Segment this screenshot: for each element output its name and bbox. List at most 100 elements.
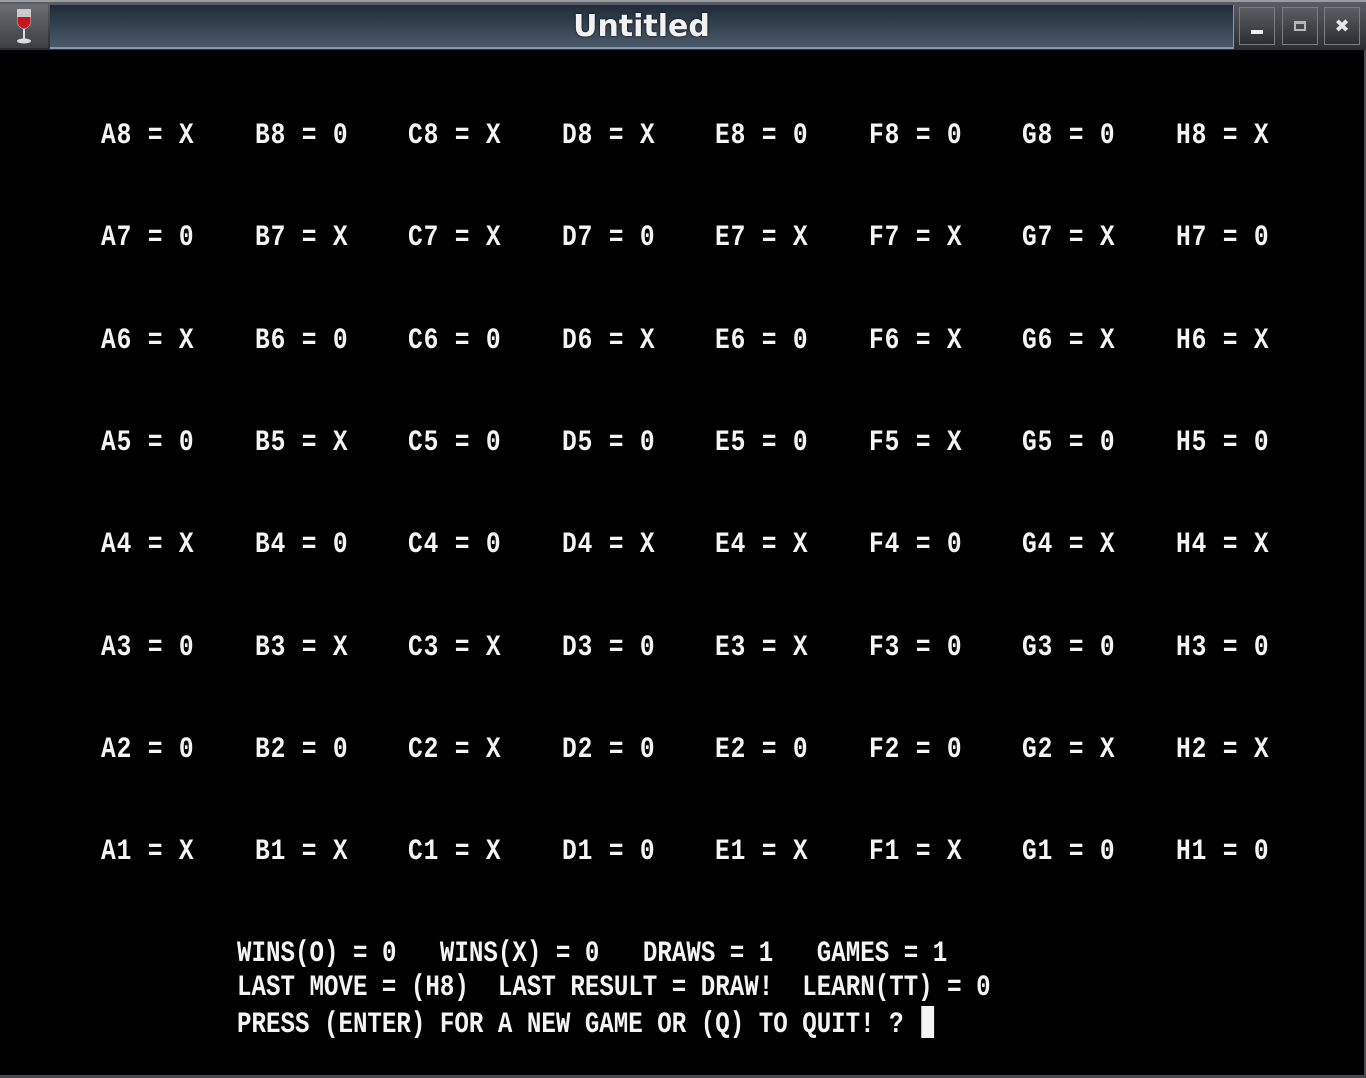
- last-line: LAST MOVE = (H8) LAST RESULT = DRAW! LEA…: [237, 971, 991, 1005]
- cell-label: C8: [408, 119, 440, 153]
- equals-sign: =: [1053, 732, 1100, 767]
- cell-label: G5: [1022, 425, 1054, 460]
- equals-sign: =: [746, 732, 793, 767]
- title-bar[interactable]: Untitled ✖: [0, 0, 1366, 50]
- equals-sign: =: [1206, 119, 1254, 153]
- board-cell-c2: C2 = X: [408, 734, 502, 766]
- cell-value: 0: [332, 732, 349, 767]
- equals-sign: =: [285, 323, 333, 358]
- equals-sign: =: [746, 119, 793, 153]
- equals-sign: =: [1206, 732, 1254, 767]
- board-cell-a8: A8 = X: [101, 120, 195, 152]
- cell-value: 0: [485, 425, 502, 460]
- equals-sign: =: [1053, 119, 1100, 153]
- cell-label: H3: [1175, 630, 1207, 665]
- cell-label: D7: [561, 221, 593, 256]
- board-cell-g4: G4 = X: [1022, 529, 1116, 561]
- board-cell-c1: C1 = X: [408, 836, 502, 868]
- cell-label: C7: [408, 221, 440, 256]
- cell-value: 0: [946, 630, 963, 665]
- cell-label: E3: [715, 630, 747, 665]
- cell-label: A6: [101, 323, 133, 358]
- equals-sign: =: [132, 323, 179, 358]
- board-cell-e8: E8 = 0: [715, 120, 809, 152]
- cell-label: D1: [561, 835, 593, 870]
- equals-sign: =: [439, 732, 486, 767]
- cell-label: B3: [254, 630, 286, 665]
- equals-sign: =: [285, 528, 333, 563]
- cell-label: F6: [868, 323, 900, 358]
- board-cell-e7: E7 = X: [715, 222, 809, 254]
- cell-label: F5: [868, 425, 900, 460]
- text-cursor[interactable]: [921, 1006, 935, 1038]
- equals-sign: =: [132, 119, 179, 153]
- equals-sign: =: [592, 119, 640, 153]
- minimize-button[interactable]: [1239, 7, 1275, 45]
- board-cell-c4: C4 = 0: [408, 529, 502, 561]
- cell-label: G4: [1022, 528, 1054, 563]
- close-button[interactable]: ✖: [1324, 7, 1360, 45]
- equals-sign: =: [439, 221, 486, 256]
- equals-sign: =: [439, 630, 486, 665]
- board-cell-g3: G3 = 0: [1022, 632, 1116, 664]
- cell-label: E4: [715, 528, 747, 563]
- board-cell-d3: D3 = 0: [562, 632, 656, 664]
- draws-value: 1: [758, 937, 774, 971]
- equals-sign: =: [899, 732, 947, 767]
- equals-sign: =: [439, 323, 486, 358]
- cell-value: 0: [485, 323, 502, 358]
- cell-value: 0: [1099, 630, 1116, 665]
- cell-value: X: [485, 835, 502, 870]
- board-cell-f7: F7 = X: [869, 222, 963, 254]
- board-cell-b4: B4 = 0: [255, 529, 349, 561]
- app-window: Untitled ✖ A8 = X B8 = 0 C8 = X D8 = X E8 = …: [0, 0, 1366, 1078]
- equals-sign: =: [1206, 323, 1254, 358]
- cell-value: X: [792, 835, 809, 870]
- equals-sign: =: [285, 630, 333, 665]
- cell-value: X: [1099, 732, 1116, 767]
- cell-value: X: [792, 630, 809, 665]
- cell-label: B4: [254, 528, 286, 563]
- cell-value: 0: [332, 119, 349, 153]
- prompt-line[interactable]: PRESS (ENTER) FOR A NEW GAME OR (Q) TO Q…: [237, 1006, 935, 1041]
- cell-value: X: [332, 425, 349, 460]
- board-cell-e4: E4 = X: [715, 529, 809, 561]
- cell-label: C3: [408, 630, 440, 665]
- last-result-label: LAST RESULT: [497, 971, 658, 1005]
- equals-sign: =: [899, 630, 947, 665]
- cell-label: D4: [561, 528, 593, 563]
- cell-label: F8: [868, 119, 900, 153]
- cell-value: X: [1099, 221, 1116, 256]
- wins-x-value: 0: [584, 937, 600, 971]
- cell-value: X: [485, 119, 502, 153]
- board-cell-h3: H3 = 0: [1176, 632, 1270, 664]
- board-cell-c7: C7 = X: [408, 222, 502, 254]
- equals-sign: =: [899, 528, 947, 563]
- maximize-button[interactable]: [1282, 7, 1318, 45]
- cell-label: A8: [101, 119, 133, 153]
- cell-value: X: [178, 323, 195, 358]
- cell-value: 0: [178, 732, 195, 767]
- board-cell-f8: F8 = 0: [869, 120, 963, 152]
- board-cell-c8: C8 = X: [408, 120, 502, 152]
- board-cell-b7: B7 = X: [255, 222, 349, 254]
- app-menu-button[interactable]: [0, 4, 48, 48]
- cell-label: H6: [1175, 323, 1207, 358]
- board-cell-d5: D5 = 0: [562, 427, 656, 459]
- equals-sign: =: [439, 425, 486, 460]
- cell-value: 0: [792, 323, 809, 358]
- equals-sign: =: [132, 528, 179, 563]
- cell-label: B5: [254, 425, 286, 460]
- cell-value: 0: [639, 835, 656, 870]
- cell-label: B8: [254, 119, 286, 153]
- board-cell-c3: C3 = X: [408, 632, 502, 664]
- equals-sign: =: [746, 323, 793, 358]
- cell-value: X: [639, 528, 656, 563]
- board-cell-h8: H8 = X: [1176, 120, 1270, 152]
- board-cell-a1: A1 = X: [101, 836, 195, 868]
- equals-sign: =: [592, 528, 640, 563]
- equals-sign: =: [592, 835, 640, 870]
- title-area[interactable]: Untitled: [50, 5, 1234, 49]
- cell-value: 0: [792, 425, 809, 460]
- cell-value: X: [332, 835, 349, 870]
